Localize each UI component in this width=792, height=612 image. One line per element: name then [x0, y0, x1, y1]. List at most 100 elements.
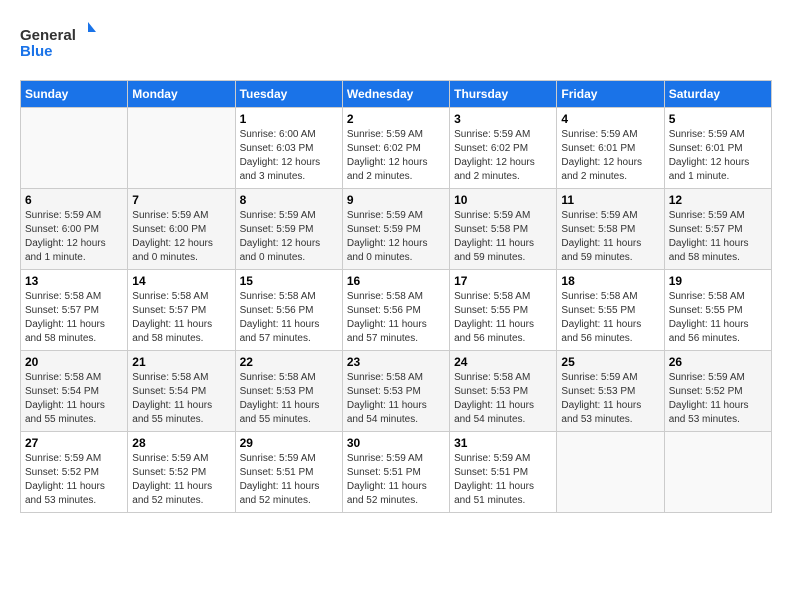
day-info: Sunrise: 5:58 AM Sunset: 5:56 PM Dayligh… — [347, 290, 445, 346]
day-info: Sunrise: 5:59 AM Sunset: 5:58 PM Dayligh… — [561, 209, 659, 265]
logo-svg: General Blue — [20, 20, 100, 65]
calendar-cell: 29 Sunrise: 5:59 AM Sunset: 5:51 PM Dayli… — [235, 431, 342, 512]
calendar-cell: 26 Sunrise: 5:59 AM Sunset: 5:52 PM Dayli… — [664, 350, 771, 431]
calendar-cell: 31 Sunrise: 5:59 AM Sunset: 5:51 PM Dayli… — [450, 431, 557, 512]
calendar-cell: 22 Sunrise: 5:58 AM Sunset: 5:53 PM Dayli… — [235, 350, 342, 431]
calendar-cell: 19 Sunrise: 5:58 AM Sunset: 5:55 PM Dayli… — [664, 269, 771, 350]
day-info: Sunrise: 5:59 AM Sunset: 5:52 PM Dayligh… — [669, 371, 767, 427]
day-info: Sunrise: 5:59 AM Sunset: 5:59 PM Dayligh… — [347, 209, 445, 265]
calendar-cell: 11Sunrise: 5:59 AM Sunset: 5:58 PM Dayli… — [557, 188, 664, 269]
header-friday: Friday — [557, 80, 664, 107]
day-number: 19 — [669, 274, 767, 288]
day-number: 8 — [240, 193, 338, 207]
day-number: 31 — [454, 436, 552, 450]
page-header: General Blue — [20, 20, 772, 70]
day-info: Sunrise: 5:59 AM Sunset: 6:00 PM Dayligh… — [25, 209, 123, 265]
day-number: 21 — [132, 355, 230, 369]
day-info: Sunrise: 5:58 AM Sunset: 5:57 PM Dayligh… — [132, 290, 230, 346]
day-number: 25 — [561, 355, 659, 369]
calendar-cell: 21 Sunrise: 5:58 AM Sunset: 5:54 PM Dayli… — [128, 350, 235, 431]
day-info: Sunrise: 5:58 AM Sunset: 5:57 PM Dayligh… — [25, 290, 123, 346]
day-info: Sunrise: 5:58 AM Sunset: 5:54 PM Dayligh… — [132, 371, 230, 427]
day-info: Sunrise: 5:59 AM Sunset: 5:57 PM Dayligh… — [669, 209, 767, 265]
header-monday: Monday — [128, 80, 235, 107]
header-wednesday: Wednesday — [342, 80, 449, 107]
day-number: 29 — [240, 436, 338, 450]
day-info: Sunrise: 5:59 AM Sunset: 6:02 PM Dayligh… — [347, 128, 445, 184]
calendar-header: SundayMondayTuesdayWednesdayThursdayFrid… — [21, 80, 772, 107]
svg-text:Blue: Blue — [20, 43, 53, 60]
calendar-table: SundayMondayTuesdayWednesdayThursdayFrid… — [20, 80, 772, 513]
calendar-cell: 5 Sunrise: 5:59 AM Sunset: 6:01 PM Daylig… — [664, 107, 771, 188]
header-thursday: Thursday — [450, 80, 557, 107]
week-row-1: 6 Sunrise: 5:59 AM Sunset: 6:00 PM Daylig… — [21, 188, 772, 269]
svg-text:General: General — [20, 27, 76, 44]
day-number: 9 — [347, 193, 445, 207]
day-info: Sunrise: 5:59 AM Sunset: 6:01 PM Dayligh… — [669, 128, 767, 184]
day-number: 10 — [454, 193, 552, 207]
calendar-cell: 1 Sunrise: 6:00 AM Sunset: 6:03 PM Daylig… — [235, 107, 342, 188]
day-number: 2 — [347, 112, 445, 126]
calendar-cell: 7 Sunrise: 5:59 AM Sunset: 6:00 PM Daylig… — [128, 188, 235, 269]
day-number: 6 — [25, 193, 123, 207]
header-tuesday: Tuesday — [235, 80, 342, 107]
day-number: 12 — [669, 193, 767, 207]
calendar-cell: 16 Sunrise: 5:58 AM Sunset: 5:56 PM Dayli… — [342, 269, 449, 350]
day-info: Sunrise: 5:58 AM Sunset: 5:56 PM Dayligh… — [240, 290, 338, 346]
day-number: 1 — [240, 112, 338, 126]
day-info: Sunrise: 5:59 AM Sunset: 5:59 PM Dayligh… — [240, 209, 338, 265]
day-number: 3 — [454, 112, 552, 126]
calendar-cell: 23Sunrise: 5:58 AM Sunset: 5:53 PM Dayli… — [342, 350, 449, 431]
calendar-cell: 15 Sunrise: 5:58 AM Sunset: 5:56 PM Dayli… — [235, 269, 342, 350]
day-number: 24 — [454, 355, 552, 369]
day-info: Sunrise: 5:58 AM Sunset: 5:54 PM Dayligh… — [25, 371, 123, 427]
day-number: 28 — [132, 436, 230, 450]
day-info: Sunrise: 5:59 AM Sunset: 5:51 PM Dayligh… — [347, 452, 445, 508]
day-info: Sunrise: 5:59 AM Sunset: 6:02 PM Dayligh… — [454, 128, 552, 184]
day-info: Sunrise: 5:58 AM Sunset: 5:53 PM Dayligh… — [454, 371, 552, 427]
day-number: 22 — [240, 355, 338, 369]
day-info: Sunrise: 5:59 AM Sunset: 5:58 PM Dayligh… — [454, 209, 552, 265]
day-info: Sunrise: 5:59 AM Sunset: 5:52 PM Dayligh… — [25, 452, 123, 508]
week-row-3: 20 Sunrise: 5:58 AM Sunset: 5:54 PM Dayli… — [21, 350, 772, 431]
calendar-cell — [21, 107, 128, 188]
calendar-cell: 25 Sunrise: 5:59 AM Sunset: 5:53 PM Dayli… — [557, 350, 664, 431]
day-number: 16 — [347, 274, 445, 288]
day-info: Sunrise: 5:59 AM Sunset: 6:00 PM Dayligh… — [132, 209, 230, 265]
day-number: 4 — [561, 112, 659, 126]
calendar-cell: 20 Sunrise: 5:58 AM Sunset: 5:54 PM Dayli… — [21, 350, 128, 431]
day-number: 7 — [132, 193, 230, 207]
day-info: Sunrise: 5:59 AM Sunset: 5:51 PM Dayligh… — [240, 452, 338, 508]
week-row-2: 13 Sunrise: 5:58 AM Sunset: 5:57 PM Dayli… — [21, 269, 772, 350]
day-number: 5 — [669, 112, 767, 126]
day-number: 23 — [347, 355, 445, 369]
calendar-cell: 17 Sunrise: 5:58 AM Sunset: 5:55 PM Dayli… — [450, 269, 557, 350]
day-number: 17 — [454, 274, 552, 288]
calendar-cell: 27Sunrise: 5:59 AM Sunset: 5:52 PM Dayli… — [21, 431, 128, 512]
day-info: Sunrise: 5:58 AM Sunset: 5:55 PM Dayligh… — [561, 290, 659, 346]
calendar-cell: 8 Sunrise: 5:59 AM Sunset: 5:59 PM Daylig… — [235, 188, 342, 269]
day-number: 13 — [25, 274, 123, 288]
logo-text: General Blue — [20, 20, 100, 70]
day-info: Sunrise: 6:00 AM Sunset: 6:03 PM Dayligh… — [240, 128, 338, 184]
day-number: 20 — [25, 355, 123, 369]
day-info: Sunrise: 5:58 AM Sunset: 5:53 PM Dayligh… — [240, 371, 338, 427]
day-number: 18 — [561, 274, 659, 288]
day-number: 30 — [347, 436, 445, 450]
logo: General Blue — [20, 20, 100, 70]
day-number: 26 — [669, 355, 767, 369]
day-info: Sunrise: 5:59 AM Sunset: 5:51 PM Dayligh… — [454, 452, 552, 508]
day-info: Sunrise: 5:58 AM Sunset: 5:55 PM Dayligh… — [454, 290, 552, 346]
day-info: Sunrise: 5:59 AM Sunset: 5:53 PM Dayligh… — [561, 371, 659, 427]
calendar-cell: 9 Sunrise: 5:59 AM Sunset: 5:59 PM Daylig… — [342, 188, 449, 269]
day-number: 15 — [240, 274, 338, 288]
calendar-cell: 10 Sunrise: 5:59 AM Sunset: 5:58 PM Dayli… — [450, 188, 557, 269]
calendar-cell: 14Sunrise: 5:58 AM Sunset: 5:57 PM Dayli… — [128, 269, 235, 350]
calendar-cell: 30 Sunrise: 5:59 AM Sunset: 5:51 PM Dayli… — [342, 431, 449, 512]
calendar-cell — [664, 431, 771, 512]
calendar-cell: 13 Sunrise: 5:58 AM Sunset: 5:57 PM Dayli… — [21, 269, 128, 350]
calendar-cell: 4Sunrise: 5:59 AM Sunset: 6:01 PM Daylig… — [557, 107, 664, 188]
calendar-cell: 6 Sunrise: 5:59 AM Sunset: 6:00 PM Daylig… — [21, 188, 128, 269]
calendar-cell: 2 Sunrise: 5:59 AM Sunset: 6:02 PM Daylig… — [342, 107, 449, 188]
day-info: Sunrise: 5:58 AM Sunset: 5:55 PM Dayligh… — [669, 290, 767, 346]
